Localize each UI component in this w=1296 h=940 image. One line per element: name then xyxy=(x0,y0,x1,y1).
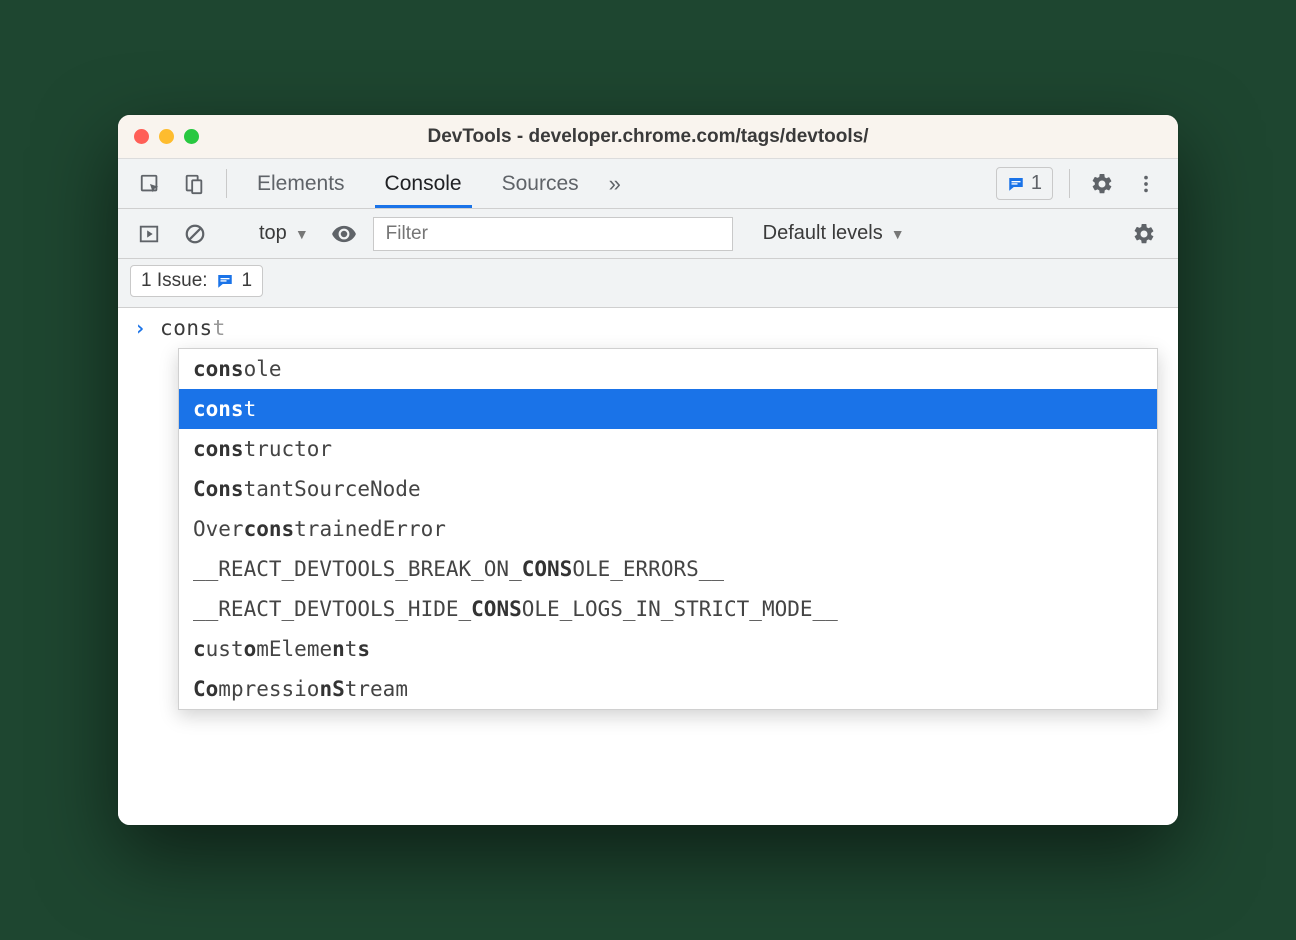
filter-input[interactable] xyxy=(373,217,733,251)
titlebar: DevTools - developer.chrome.com/tags/dev… xyxy=(118,115,1178,159)
levels-label: Default levels xyxy=(763,222,883,245)
prompt-text: const xyxy=(160,316,226,340)
console-toolbar: top ▼ Default levels ▼ xyxy=(118,209,1178,259)
autocomplete-item[interactable]: console xyxy=(179,349,1157,389)
autocomplete-item[interactable]: CompressionStream xyxy=(179,669,1157,709)
console-settings-icon[interactable] xyxy=(1124,222,1164,246)
console-prompt[interactable]: › const xyxy=(118,308,1178,344)
message-icon xyxy=(1007,175,1025,193)
issues-badge[interactable]: 1 xyxy=(996,167,1053,200)
separator xyxy=(226,169,227,198)
close-icon[interactable] xyxy=(134,129,149,144)
autocomplete-item[interactable]: const xyxy=(179,389,1157,429)
issues-chip-count: 1 xyxy=(242,270,253,292)
tab-elements[interactable]: Elements xyxy=(239,159,363,208)
console-output: › const consoleconstconstructorConstantS… xyxy=(118,308,1178,825)
live-expression-icon[interactable] xyxy=(327,221,361,247)
inspect-element-icon[interactable] xyxy=(130,159,170,208)
zoom-icon[interactable] xyxy=(184,129,199,144)
more-tabs-icon[interactable]: » xyxy=(601,159,629,208)
window-title: DevTools - developer.chrome.com/tags/dev… xyxy=(428,126,869,148)
tab-sources[interactable]: Sources xyxy=(484,159,597,208)
issues-row: 1 Issue: 1 xyxy=(118,259,1178,308)
main-toolbar: Elements Console Sources » 1 xyxy=(118,159,1178,209)
tab-console[interactable]: Console xyxy=(367,159,480,208)
devtools-window: DevTools - developer.chrome.com/tags/dev… xyxy=(118,115,1178,825)
chevron-down-icon: ▼ xyxy=(295,226,309,242)
message-icon xyxy=(216,272,234,290)
minimize-icon[interactable] xyxy=(159,129,174,144)
prompt-caret-icon: › xyxy=(134,316,146,340)
issues-chip[interactable]: 1 Issue: 1 xyxy=(130,265,263,297)
chevron-down-icon: ▼ xyxy=(891,226,905,242)
traffic-lights xyxy=(134,129,199,144)
autocomplete-popup: consoleconstconstructorConstantSourceNod… xyxy=(178,348,1158,710)
issues-badge-count: 1 xyxy=(1031,172,1042,195)
autocomplete-item[interactable]: __REACT_DEVTOOLS_HIDE_CONSOLE_LOGS_IN_ST… xyxy=(179,589,1157,629)
autocomplete-item[interactable]: OverconstrainedError xyxy=(179,509,1157,549)
separator xyxy=(1069,169,1070,198)
log-levels-selector[interactable]: Default levels ▼ xyxy=(763,222,905,245)
device-toolbar-icon[interactable] xyxy=(174,159,214,208)
issues-chip-label: 1 Issue: xyxy=(141,270,208,292)
autocomplete-item[interactable]: constructor xyxy=(179,429,1157,469)
context-selector[interactable]: top ▼ xyxy=(253,222,315,245)
autocomplete-item[interactable]: ConstantSourceNode xyxy=(179,469,1157,509)
kebab-menu-icon[interactable] xyxy=(1126,159,1166,208)
autocomplete-item[interactable]: customElements xyxy=(179,629,1157,669)
clear-console-icon[interactable] xyxy=(178,223,212,245)
toggle-sidebar-icon[interactable] xyxy=(132,223,166,245)
context-label: top xyxy=(259,222,287,245)
settings-icon[interactable] xyxy=(1082,159,1122,208)
autocomplete-item[interactable]: __REACT_DEVTOOLS_BREAK_ON_CONSOLE_ERRORS… xyxy=(179,549,1157,589)
